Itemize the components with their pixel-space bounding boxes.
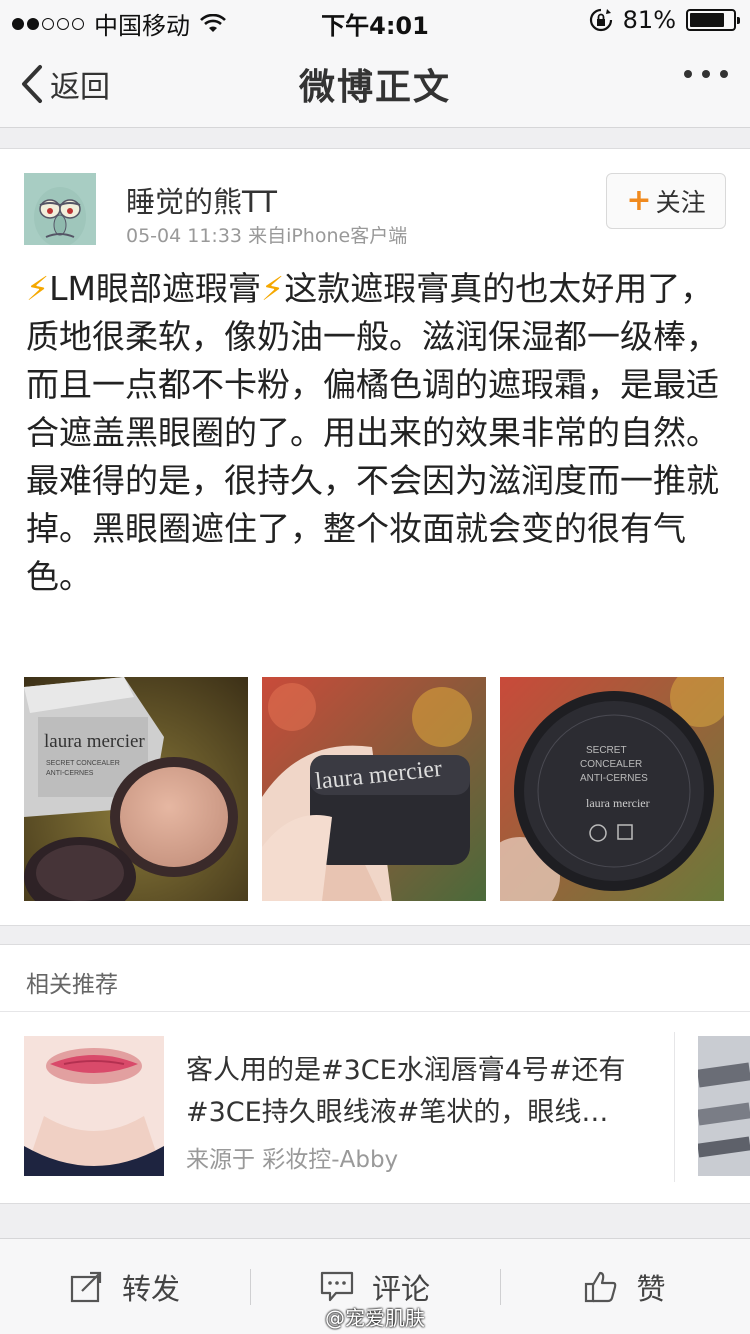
post-text: ⚡LM眼部遮瑕膏⚡这款遮瑕膏真的也太好用了，质地很柔软，像奶油一般。滋润保湿都一… xyxy=(26,265,726,601)
post-text-body: 这款遮瑕膏真的也太好用了，质地很柔软，像奶油一般。滋润保湿都一级棒，而且一点都不… xyxy=(26,269,719,596)
related-divider xyxy=(674,1032,675,1182)
photo-1-brand: laura mercier xyxy=(44,731,145,752)
post-time: 05-04 11:33 xyxy=(126,225,243,247)
related-item-source: 来源于 彩妆控-Abby xyxy=(186,1147,399,1173)
watermark: @宠爱肌肤 xyxy=(325,1306,425,1330)
repost-icon xyxy=(70,1271,102,1303)
photo-3-sub2: CONCEALER xyxy=(580,759,642,770)
lightning-emoji-icon: ⚡ xyxy=(261,269,285,308)
comment-icon xyxy=(320,1271,354,1302)
thumbs-up-icon xyxy=(585,1271,617,1303)
photo-1-sub2: ANTI-CERNES xyxy=(46,770,94,777)
follow-label: 关注 xyxy=(655,188,706,217)
related-item-text: 客人用的是#3CE水润唇膏4号#还有#3CE持久眼线液#笔状的，眼线… xyxy=(186,1055,626,1128)
status-bar: 中国移动 下午4:01 81% xyxy=(0,0,750,40)
more-options-button[interactable] xyxy=(684,70,728,78)
rotation-lock-icon xyxy=(589,8,612,32)
follow-button[interactable]: + 关注 xyxy=(606,173,726,229)
post-card: 睡觉的熊TT 05-04 11:33 来自iPhone客户端 + 关注 ⚡LM眼… xyxy=(0,148,750,926)
lightning-emoji-icon: ⚡ xyxy=(26,269,50,308)
related-thumbnail-2[interactable] xyxy=(698,1036,750,1176)
nav-bar: 返回 微博正文 xyxy=(0,40,750,128)
page-title: 微博正文 xyxy=(298,67,451,108)
post-text-title: LM眼部遮瑕膏 xyxy=(49,269,262,308)
photo-1-sub: SECRET CONCEALER xyxy=(46,760,120,767)
photo-3-sub3: ANTI-CERNES xyxy=(580,773,648,784)
post-source: 来自iPhone客户端 xyxy=(248,225,408,247)
avatar[interactable] xyxy=(24,173,96,245)
photo-3-sub: SECRET xyxy=(586,745,627,756)
related-title: 相关推荐 xyxy=(26,972,118,998)
squidward-avatar-image xyxy=(24,173,96,245)
post-photo-3[interactable]: SECRET CONCEALER ANTI-CERNES laura merci… xyxy=(500,677,724,901)
post-username[interactable]: 睡觉的熊TT xyxy=(126,179,277,221)
status-right: 81% xyxy=(589,6,740,34)
photo-3-brand: laura mercier xyxy=(586,796,650,810)
related-section-header: 相关推荐 xyxy=(0,944,750,1012)
related-thumbnail xyxy=(24,1036,164,1176)
plus-icon: + xyxy=(626,183,652,218)
post-photos: laura mercier SECRET CONCEALER ANTI-CERN… xyxy=(24,677,724,901)
more-dot-icon xyxy=(702,70,710,78)
battery-icon xyxy=(686,9,740,31)
post-meta: 05-04 11:33 来自iPhone客户端 xyxy=(126,221,407,248)
more-dot-icon xyxy=(720,70,728,78)
related-item[interactable]: 客人用的是#3CE水润唇膏4号#还有#3CE持久眼线液#笔状的，眼线… 来源于 … xyxy=(0,1012,750,1204)
post-photo-2[interactable]: laura mercier xyxy=(262,677,486,901)
post-photo-1[interactable]: laura mercier SECRET CONCEALER ANTI-CERN… xyxy=(24,677,248,901)
more-dot-icon xyxy=(684,70,692,78)
battery-percent: 81% xyxy=(622,6,676,34)
